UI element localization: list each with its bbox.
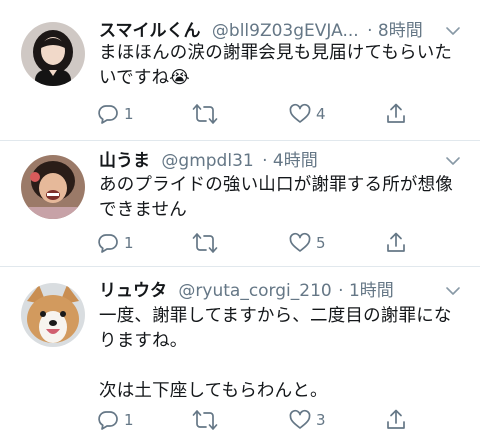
tweet[interactable]: 山うま @gmpdl31 · 4時間 あのプライドの強い山口が謝罪する所が想像で… [0,141,480,266]
share-icon [387,409,405,429]
reply-count: 1 [124,411,134,429]
retweet-button[interactable] [192,406,222,434]
like-count: 5 [316,234,326,252]
tweet-header: 山うま @gmpdl31 · 4時間 [99,148,466,174]
reply-button[interactable]: 1 [96,406,134,434]
like-button[interactable]: 3 [288,406,326,434]
like-count: 4 [316,105,326,123]
action-bar: 1 5 [96,229,416,257]
action-bar: 1 3 [96,406,416,434]
retweet-button[interactable] [192,229,222,257]
share-button[interactable] [384,229,408,257]
avatar[interactable] [21,22,85,86]
share-icon [387,103,405,123]
tweet[interactable]: スマイルくん @bll9Z03gEVJA... · 8時間 まほほんの涙の謝罪会… [0,0,480,140]
display-name[interactable]: 山うま [99,151,150,171]
tweet-header: リュウタ @ryuta_corgi_210 · 1時間 [99,278,466,304]
like-button[interactable]: 4 [288,100,326,128]
user-handle[interactable]: @ryuta_corgi_210 [178,281,331,301]
retweet-icon [192,410,218,430]
reply-icon [98,105,118,124]
share-button[interactable] [384,100,408,128]
separator-dot: · [338,281,344,301]
share-icon [387,232,405,252]
reply-count: 1 [124,105,134,123]
chevron-down-icon[interactable] [444,152,462,170]
heart-icon [289,232,311,252]
reply-count: 1 [124,234,134,252]
display-name[interactable]: リュウタ [99,281,167,301]
reply-feed: スマイルくん @bll9Z03gEVJA... · 8時間 まほほんの涙の謝罪会… [0,0,480,446]
retweet-button[interactable] [192,100,222,128]
reply-button[interactable]: 1 [96,229,134,257]
tweet-text: 一度、謝罪してますから、二度目の謝罪になりますね。 次は土下座してもらわんと。 [99,306,452,401]
chevron-down-icon[interactable] [444,282,462,300]
timestamp[interactable]: 1時間 [349,281,394,301]
display-name[interactable]: スマイルくん [99,21,201,41]
chevron-down-icon[interactable] [444,22,462,40]
tweet[interactable]: リュウタ @ryuta_corgi_210 · 1時間 一度、謝罪してますから、… [0,267,480,446]
separator-dot: · [367,21,373,41]
user-handle[interactable]: @bll9Z03gEVJA... [212,21,359,41]
reply-button[interactable]: 1 [96,100,134,128]
reply-icon [98,234,118,253]
tweet-text: まほほんの涙の謝罪会見も見届けてもらいたいですね😭 [99,43,453,88]
avatar[interactable] [21,155,85,219]
like-count: 3 [316,411,326,429]
tweet-text: あのプライドの強い山口が謝罪する所が想像できません [99,175,453,220]
timestamp[interactable]: 8時間 [378,21,423,41]
like-button[interactable]: 5 [288,229,326,257]
separator-dot: · [262,151,268,171]
heart-icon [289,409,311,429]
avatar[interactable] [21,283,85,347]
user-handle[interactable]: @gmpdl31 [161,151,253,171]
timestamp[interactable]: 4時間 [273,151,318,171]
retweet-icon [192,233,218,253]
heart-icon [289,103,311,123]
action-bar: 1 4 [96,100,416,128]
share-button[interactable] [384,406,408,434]
reply-icon [98,411,118,430]
retweet-icon [192,104,218,124]
